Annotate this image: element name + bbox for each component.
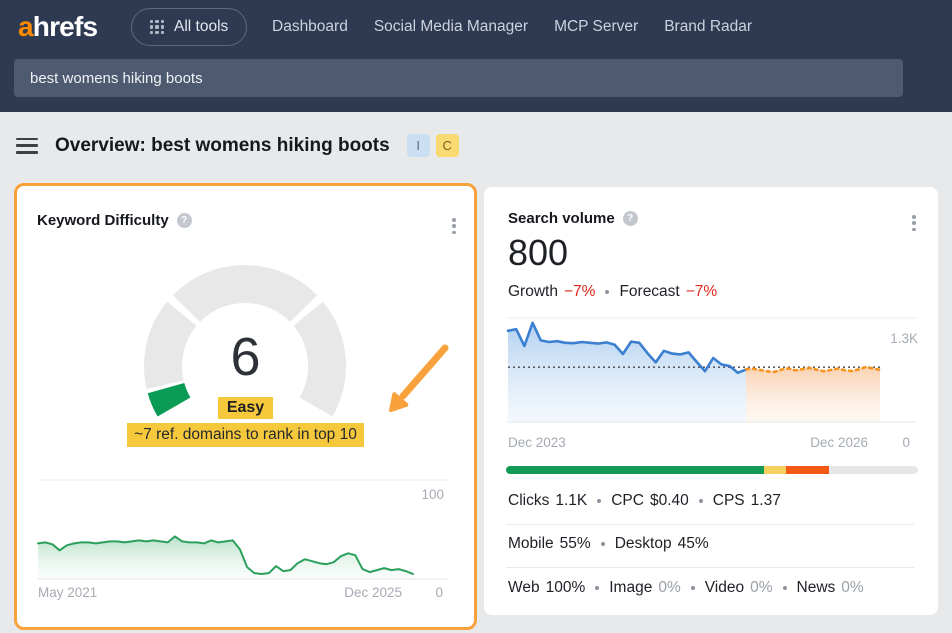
dot-separator [595,586,599,590]
commercial-intent-badge[interactable]: C [436,134,459,157]
desktop-metric: Desktop 45% [615,535,709,553]
keyword-badges: I C [407,134,459,157]
news-value: 0% [841,579,863,597]
logo-accent-letter: a [18,11,33,42]
kd-x-end-label: Dec 2025 [344,585,402,600]
mobile-label: Mobile [508,535,554,553]
growth-value: −7% [564,283,595,301]
cps-value: 1.37 [751,492,781,510]
mobile-metric: Mobile 55% [508,535,591,553]
all-tools-label: All tools [174,18,228,36]
platform-split-row: Web 100% Image 0% Video 0% News 0% [508,579,864,597]
clicks-metric: Clicks 1.1K [508,492,587,510]
apps-grid-icon [150,20,164,34]
kd-note: ~7 ref. domains to rank in top 10 [127,423,364,447]
video-label: Video [705,579,744,597]
desktop-value: 45% [678,535,709,553]
bar-segment-paid [764,466,787,474]
search-volume-value: 800 [508,235,568,271]
sv-y-min-label: 0 [902,435,910,450]
news-label: News [797,579,836,597]
kd-card-title: Keyword Difficulty ? [37,212,192,229]
bar-segment-other [786,466,829,474]
help-icon[interactable]: ? [623,211,638,226]
mobile-value: 55% [560,535,591,553]
desktop-label: Desktop [615,535,672,553]
all-tools-button[interactable]: All tools [131,8,247,46]
nav-item-dashboard[interactable]: Dashboard [272,18,348,36]
logo-rest: hrefs [33,11,97,42]
cps-metric: CPS 1.37 [713,492,781,510]
sv-card-title: Search volume ? [508,210,638,227]
page-title: Overview: best womens hiking boots [55,135,390,157]
app: ahrefs All tools Dashboard Social Media … [0,0,952,633]
search-value: best womens hiking boots [30,70,203,87]
web-value: 100% [546,579,586,597]
dot-separator [691,586,695,590]
clicks-metrics-row: Clicks 1.1K CPC $0.40 CPS 1.37 [508,492,781,510]
forecast-metric: Forecast −7% [619,283,717,301]
keyword-difficulty-card: Keyword Difficulty ? 6 Easy ~7 ref. doma… [14,183,477,630]
bar-segment-empty [829,466,918,474]
nav-links: Dashboard Social Media Manager MCP Serve… [272,0,752,54]
divider [506,524,914,525]
kd-history-chart[interactable] [17,461,480,596]
image-value: 0% [658,579,680,597]
keyword-search-input[interactable]: best womens hiking boots [14,59,903,97]
ahrefs-logo[interactable]: ahrefs [18,11,97,43]
search-volume-card: Search volume ? 800 Growth −7% Forecast … [484,187,938,615]
video-value: 0% [750,579,772,597]
dot-separator [605,290,609,294]
web-metric: Web 100% [508,579,585,597]
sv-x-start-label: Dec 2023 [508,435,566,450]
divider [506,567,914,568]
kebab-menu-icon[interactable] [908,211,920,235]
web-label: Web [508,579,540,597]
device-split-row: Mobile 55% Desktop 45% [508,535,709,553]
nav-item-mcp-server[interactable]: MCP Server [554,18,638,36]
cpc-label: CPC [611,492,644,510]
growth-forecast-row: Growth −7% Forecast −7% [508,283,717,301]
forecast-value: −7% [686,283,717,301]
menu-icon[interactable] [16,138,38,154]
help-icon[interactable]: ? [177,213,192,228]
growth-label: Growth [508,283,558,301]
kd-x-start-label: May 2021 [38,585,97,600]
top-nav: ahrefs All tools Dashboard Social Media … [0,0,952,112]
growth-metric: Growth −7% [508,283,595,301]
dot-separator [783,586,787,590]
kd-difficulty-label: Easy [218,397,273,419]
dot-separator [597,499,601,503]
clicks-value: 1.1K [555,492,587,510]
clicks-label: Clicks [508,492,549,510]
kd-y-min-label: 0 [435,585,443,600]
kd-y-max-label: 100 [421,487,444,502]
video-metric: Video 0% [705,579,773,597]
dot-separator [699,499,703,503]
kd-title-text: Keyword Difficulty [37,212,169,229]
bar-segment-organic [506,466,764,474]
cpc-metric: CPC $0.40 [611,492,689,510]
clicks-distribution-bar [506,466,918,474]
kebab-menu-icon[interactable] [448,214,460,238]
nav-item-social-media-manager[interactable]: Social Media Manager [374,18,528,36]
sv-y-max-label: 1.3K [890,331,918,346]
search-volume-chart[interactable] [484,307,938,452]
page-header: Overview: best womens hiking boots I C [16,134,459,157]
image-label: Image [609,579,652,597]
news-metric: News 0% [797,579,864,597]
dot-separator [601,542,605,546]
nav-item-brand-radar[interactable]: Brand Radar [664,18,752,36]
sv-x-end-label: Dec 2026 [810,435,868,450]
forecast-label: Forecast [619,283,679,301]
image-metric: Image 0% [609,579,681,597]
cps-label: CPS [713,492,745,510]
cpc-value: $0.40 [650,492,689,510]
informational-intent-badge[interactable]: I [407,134,430,157]
sv-title-text: Search volume [508,210,615,227]
annotation-arrow-icon [375,340,465,430]
